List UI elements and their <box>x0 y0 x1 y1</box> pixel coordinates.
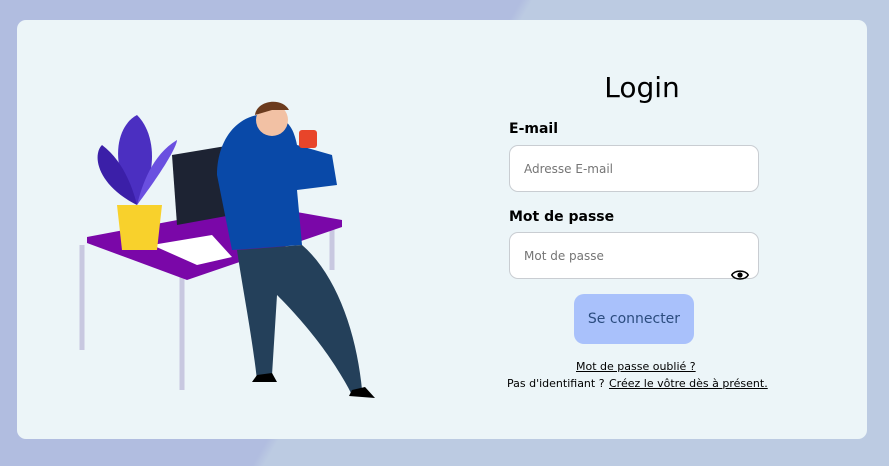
email-label: E-mail <box>509 121 559 137</box>
page-title: Login <box>604 71 680 104</box>
signup-link[interactable]: Créez le vôtre dès à présent. <box>609 377 768 390</box>
password-input[interactable] <box>509 232 759 279</box>
login-button[interactable]: Se connecter <box>574 294 694 344</box>
email-input[interactable] <box>509 145 759 192</box>
forgot-password-link[interactable]: Mot de passe oublié ? <box>576 360 696 373</box>
no-account-text: Pas d'identifiant ? <box>507 377 605 390</box>
password-label: Mot de passe <box>509 209 615 225</box>
desk-illustration <box>79 101 375 398</box>
login-card: Login E-mail Mot de passe Se connecter M… <box>17 20 867 439</box>
eye-icon[interactable] <box>731 266 749 284</box>
